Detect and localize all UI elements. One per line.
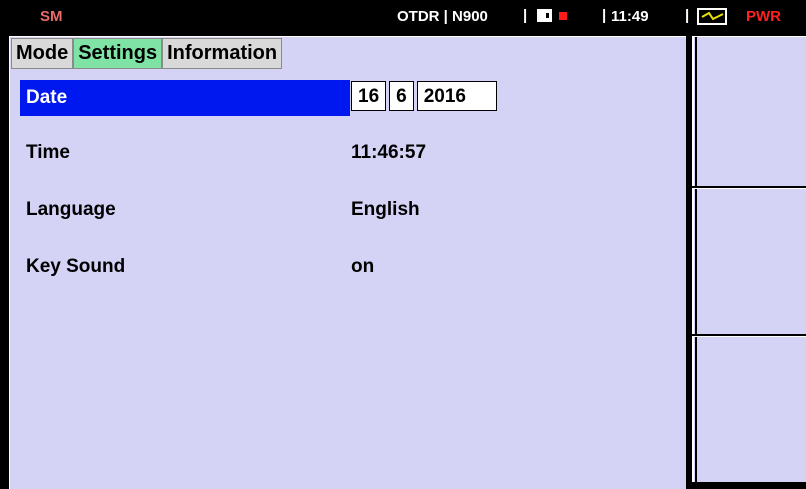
key-sound-row[interactable]: Key Sound on bbox=[20, 249, 660, 285]
time-value: 11:46:57 bbox=[351, 142, 427, 163]
battery-charging-icon bbox=[697, 8, 727, 25]
status-separator: | bbox=[523, 7, 528, 24]
soft-key-2[interactable] bbox=[692, 188, 806, 334]
date-year-field[interactable]: 2016 bbox=[416, 81, 497, 111]
soft-key-3[interactable] bbox=[692, 336, 806, 482]
tab-bar: Mode Settings Information bbox=[11, 38, 283, 69]
tab-settings[interactable]: Settings bbox=[73, 38, 163, 69]
soft-key-1[interactable] bbox=[692, 36, 806, 186]
status-separator: | bbox=[602, 7, 607, 24]
tab-mode[interactable]: Mode bbox=[11, 38, 74, 69]
date-fields: 16 6 2016 bbox=[351, 81, 497, 111]
status-bar: SM OTDR | N900 | | 11:49 | PWR bbox=[0, 0, 806, 33]
soft-key-panel bbox=[687, 36, 806, 489]
mode-indicator: SM bbox=[40, 8, 63, 25]
device-name: OTDR | N900 bbox=[397, 8, 488, 25]
key-sound-label: Key Sound bbox=[26, 256, 126, 277]
key-sound-value: on bbox=[351, 256, 375, 277]
language-value: English bbox=[351, 199, 420, 220]
date-day-field[interactable]: 16 bbox=[351, 81, 387, 111]
language-label: Language bbox=[26, 199, 116, 220]
clock: 11:49 bbox=[611, 8, 649, 25]
time-row[interactable]: Time 11:46:57 bbox=[20, 135, 660, 171]
record-icon bbox=[559, 12, 567, 20]
power-indicator: PWR bbox=[746, 8, 781, 25]
sd-card-icon bbox=[537, 9, 552, 22]
date-row[interactable]: Date 16 6 2016 bbox=[20, 80, 660, 116]
language-row[interactable]: Language English bbox=[20, 192, 660, 228]
date-month-field[interactable]: 6 bbox=[389, 81, 414, 111]
selection-highlight bbox=[20, 80, 350, 116]
status-separator: | bbox=[685, 7, 690, 24]
time-label: Time bbox=[26, 142, 71, 163]
tab-information[interactable]: Information bbox=[162, 38, 283, 69]
date-label: Date bbox=[26, 87, 68, 108]
settings-panel: Mode Settings Information Date 16 6 2016… bbox=[9, 36, 686, 489]
